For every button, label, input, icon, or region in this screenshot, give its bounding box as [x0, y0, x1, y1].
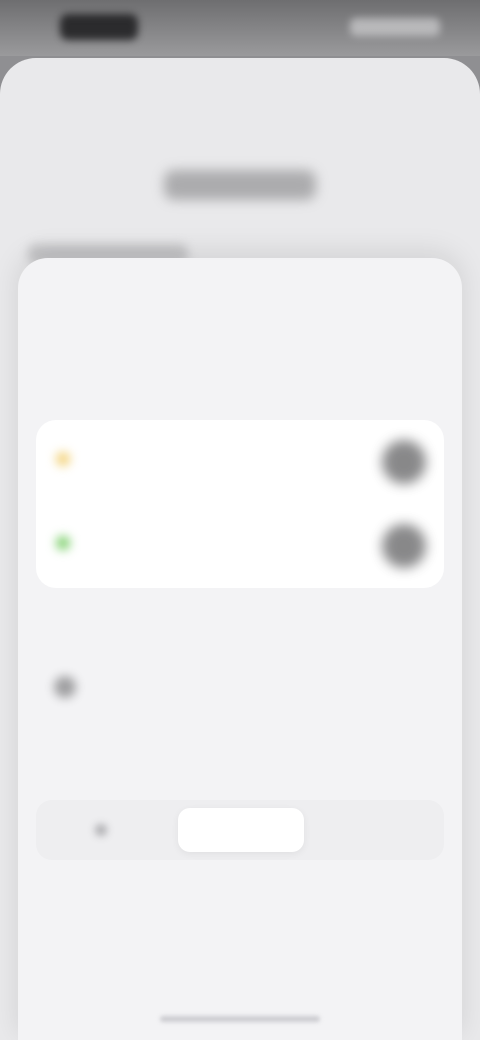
segment-3[interactable] [318, 808, 436, 852]
setting-row-1-subtitle [94, 464, 284, 480]
sheet-title [148, 306, 318, 342]
setting-row-1[interactable] [36, 420, 444, 500]
setting-row-2-title [94, 522, 274, 544]
segmented-control [36, 800, 444, 860]
segment-1[interactable] [44, 808, 164, 852]
modal-sheet [18, 258, 462, 1040]
info-row[interactable] [36, 656, 444, 716]
home-indicator [160, 1016, 320, 1022]
info-row-title [96, 666, 256, 686]
section-3-header [38, 760, 168, 780]
info-row-subtitle [96, 692, 366, 708]
setting-row-2[interactable] [36, 504, 444, 584]
status-time [60, 14, 138, 40]
status-icons [350, 18, 440, 36]
info-icon [54, 676, 76, 698]
segment-1-icon [95, 824, 107, 837]
setting-row-2-toggle[interactable] [382, 524, 426, 568]
status-bar [0, 0, 480, 56]
segment-2-selected[interactable] [178, 808, 304, 852]
setting-row-2-subtitle [94, 548, 214, 564]
section-2-header [38, 620, 218, 640]
status-dot-icon [56, 536, 70, 550]
status-dot-icon [56, 452, 70, 466]
setting-row-1-title [94, 438, 254, 460]
settings-card [36, 420, 444, 588]
background-sheet-title [164, 170, 316, 200]
section-1-header [38, 380, 198, 400]
setting-row-1-toggle[interactable] [382, 440, 426, 484]
